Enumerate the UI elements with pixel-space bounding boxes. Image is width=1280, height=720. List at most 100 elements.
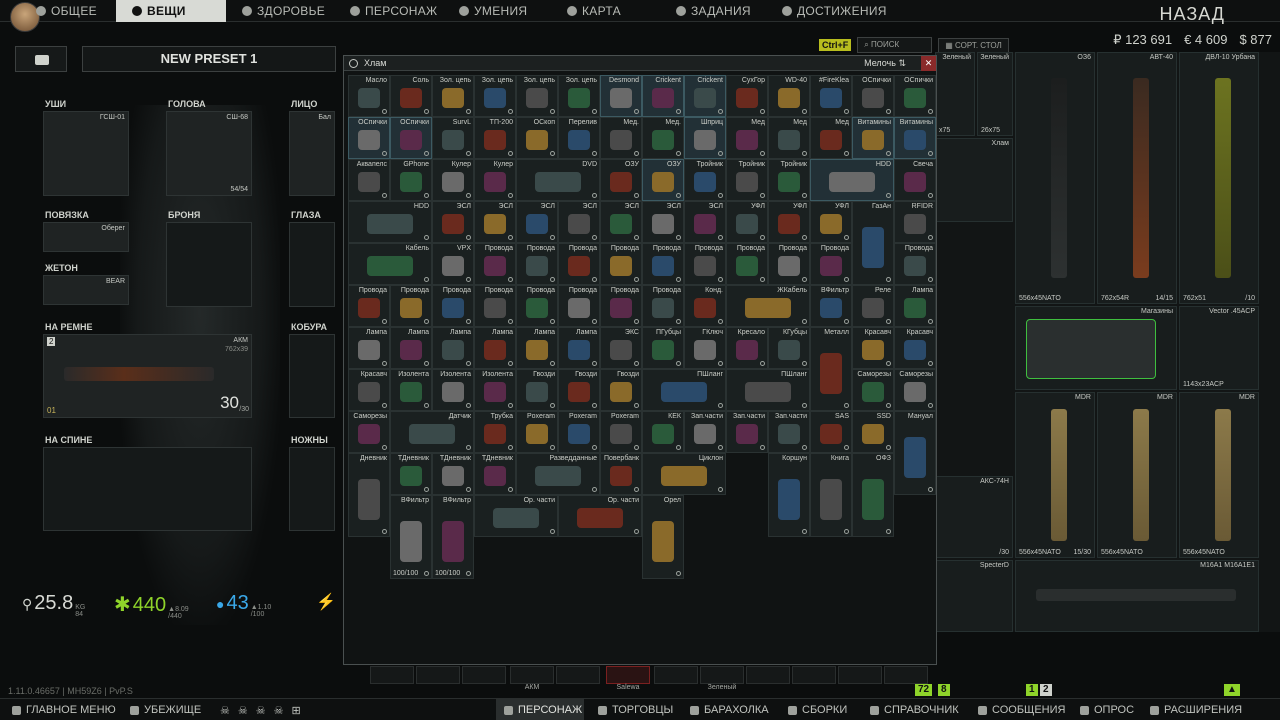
junk-item[interactable]: Металл: [810, 327, 852, 411]
junk-item[interactable]: ЭСЛ: [600, 201, 642, 243]
junk-item[interactable]: Poxeram: [558, 411, 600, 453]
junk-item[interactable]: RFIDR: [894, 201, 936, 243]
preset-name[interactable]: NEW PRESET 1: [82, 46, 336, 72]
junk-item[interactable]: Масло: [348, 75, 390, 117]
junk-item[interactable]: Конд.: [684, 285, 726, 327]
junk-item[interactable]: Poxeram: [600, 411, 642, 453]
survey-button[interactable]: ОПРОС: [1080, 699, 1134, 720]
junk-item[interactable]: Провода: [894, 243, 936, 285]
quick-slot[interactable]: [556, 666, 600, 684]
traders-button[interactable]: ТОРГОВЦЫ: [598, 699, 673, 720]
junk-item[interactable]: Датчик: [390, 411, 474, 453]
junk-item[interactable]: Аквапелс: [348, 159, 390, 201]
tab-character[interactable]: ПЕРСОНАЖ: [350, 0, 450, 22]
junk-item[interactable]: Свеча: [894, 159, 936, 201]
junk-item[interactable]: Тройник: [726, 159, 768, 201]
sorting-table-button[interactable]: ▦ СОРТ. СТОЛ: [938, 37, 1009, 53]
stash-item-weapon[interactable]: M16A1 M16A1E1: [1015, 560, 1259, 632]
handbook-button[interactable]: СПРАВОЧНИК: [870, 699, 959, 720]
stash-item-weapon[interactable]: MDR 556x45NATO: [1179, 392, 1259, 558]
quick-slot[interactable]: [510, 666, 554, 684]
quick-slot[interactable]: [700, 666, 744, 684]
junk-item[interactable]: Провода: [642, 285, 684, 327]
junk-item[interactable]: Провода: [390, 285, 432, 327]
slot-dogtag[interactable]: BEAR: [43, 275, 129, 305]
character-button[interactable]: ПЕРСОНАЖ: [496, 699, 584, 720]
junk-item[interactable]: HDD: [348, 201, 432, 243]
junk-item[interactable]: Книга: [810, 453, 852, 537]
junk-item[interactable]: Тройник: [768, 159, 810, 201]
junk-item[interactable]: Саморезы: [348, 411, 390, 453]
search-icon[interactable]: [349, 58, 358, 68]
hideout-button[interactable]: УБЕЖИЩЕ: [130, 699, 201, 720]
junk-item[interactable]: ОФЗ: [852, 453, 894, 537]
junk-item[interactable]: Орел: [642, 495, 684, 579]
junk-item[interactable]: Crickent: [684, 75, 726, 117]
quick-slot[interactable]: [746, 666, 790, 684]
junk-item[interactable]: Лампа: [558, 327, 600, 369]
junk-item[interactable]: Провода: [558, 243, 600, 285]
junk-item[interactable]: Провода: [810, 243, 852, 285]
quick-slot[interactable]: [838, 666, 882, 684]
slot-ears[interactable]: ГСШ-01: [43, 111, 129, 196]
junk-item[interactable]: Дневник: [348, 453, 390, 537]
junk-item[interactable]: ОСпички: [390, 117, 432, 159]
quick-slot[interactable]: [462, 666, 506, 684]
junk-item[interactable]: Шприц: [684, 117, 726, 159]
quick-slot[interactable]: [606, 666, 650, 684]
junk-item[interactable]: Гвозди: [600, 369, 642, 411]
tab-achievements[interactable]: ДОСТИЖЕНИЯ: [782, 0, 892, 22]
junk-item[interactable]: Провода: [642, 243, 684, 285]
stash-item-weapon[interactable]: MDR 556x45NATO 15/30: [1015, 392, 1095, 558]
junk-item[interactable]: Мед.: [600, 117, 642, 159]
stash-item-container[interactable]: Хлам: [935, 138, 1013, 222]
main-menu-button[interactable]: ГЛАВНОЕ МЕНЮ: [12, 699, 116, 720]
stash-item-weapon[interactable]: АКС-74Н/30: [935, 476, 1013, 558]
sort-dropdown[interactable]: Мелочь ⇅: [864, 58, 906, 69]
tab-health[interactable]: ЗДОРОВЬЕ: [242, 0, 342, 22]
stash-item-weapon[interactable]: АВТ-40 762x54R 14/15: [1097, 52, 1177, 304]
junk-item[interactable]: Красавч: [894, 327, 936, 369]
back-button[interactable]: НАЗАД: [1160, 4, 1225, 25]
junk-item[interactable]: ЭСЛ: [558, 201, 600, 243]
stash-search-button[interactable]: ⌕ ПОИСК: [857, 37, 933, 53]
junk-item[interactable]: Провода: [726, 243, 768, 285]
junk-item[interactable]: Саморезы: [852, 369, 894, 411]
junk-item[interactable]: ВФильтр 100/100: [390, 495, 432, 579]
stash-item-weapon[interactable]: ОЗ6 556x45NATO: [1015, 52, 1095, 304]
tab-tasks[interactable]: ЗАДАНИЯ: [676, 0, 766, 22]
slot-scabbard[interactable]: [289, 447, 335, 531]
stash-grid[interactable]: Зеленый х75 Зеленый 26x75 ОЗ6 556x45NATO АВ…: [935, 52, 1280, 632]
slot-armor[interactable]: [166, 222, 252, 307]
junk-item[interactable]: Кабель: [348, 243, 432, 285]
junk-grid[interactable]: Масло Соль Зол. цепь Зол. цепь Зол. цепь Зол.…: [348, 75, 936, 663]
slot-face[interactable]: Бал: [289, 111, 335, 196]
junk-item[interactable]: SurvL: [432, 117, 474, 159]
junk-item[interactable]: ЭКС: [600, 327, 642, 369]
junk-item[interactable]: Изолента: [390, 369, 432, 411]
junk-item[interactable]: Лампа: [432, 327, 474, 369]
junk-item[interactable]: Кресало: [726, 327, 768, 369]
stash-item-weapon[interactable]: SpecterD: [935, 560, 1013, 632]
junk-item[interactable]: Трубка: [474, 411, 516, 453]
junk-item[interactable]: ТДневник: [390, 453, 432, 495]
presets-button[interactable]: [15, 46, 67, 72]
junk-item[interactable]: Лампа: [390, 327, 432, 369]
junk-item[interactable]: Разведданные: [516, 453, 600, 495]
junk-item[interactable]: SAS: [810, 411, 852, 453]
tab-gear[interactable]: ВЕЩИ: [116, 0, 226, 22]
junk-item[interactable]: Гвозди: [558, 369, 600, 411]
junk-item[interactable]: #FireKlea: [810, 75, 852, 117]
junk-item[interactable]: Повербанк: [600, 453, 642, 495]
junk-item[interactable]: HDD: [810, 159, 894, 201]
junk-item[interactable]: ЭСЛ: [432, 201, 474, 243]
junk-item[interactable]: DVD: [516, 159, 600, 201]
stash-item-weapon[interactable]: MDR 556x45NATO: [1097, 392, 1177, 558]
junk-item[interactable]: ЖКабель: [726, 285, 810, 327]
junk-item[interactable]: Зол. цепь: [558, 75, 600, 117]
junk-item[interactable]: Провода: [600, 285, 642, 327]
quick-slot[interactable]: [884, 666, 928, 684]
junk-item[interactable]: Crickent: [642, 75, 684, 117]
junk-item[interactable]: ТДневник: [474, 453, 516, 495]
junk-item[interactable]: Соль: [390, 75, 432, 117]
